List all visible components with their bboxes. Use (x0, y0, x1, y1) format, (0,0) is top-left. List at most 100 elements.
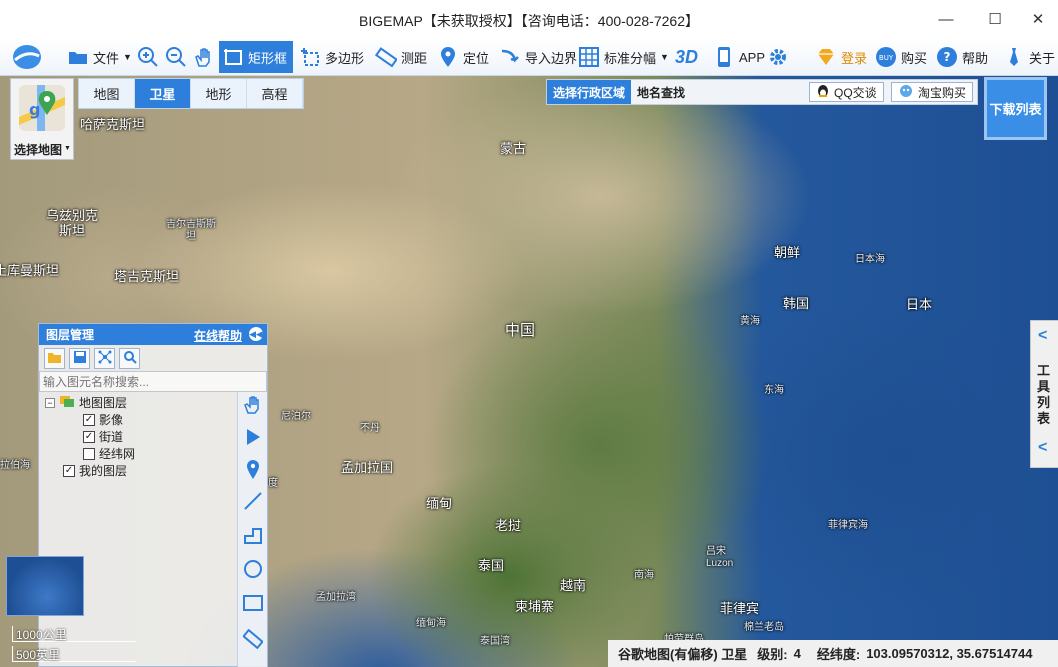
map-label: 土库曼斯坦 (0, 263, 60, 278)
online-help-link[interactable]: 在线帮助 (194, 327, 242, 344)
map-source-text: 谷歌地图(有偏移) 卫星 (618, 647, 748, 662)
checkbox-unchecked[interactable] (83, 447, 95, 460)
polygon-button[interactable]: 多边形 (296, 41, 367, 73)
collapse-toggle-icon[interactable]: − (45, 397, 55, 408)
pan-tool[interactable] (241, 394, 265, 418)
taobao-buy-button[interactable]: 淘宝购买 (891, 82, 974, 102)
help-button[interactable]: ? 帮助 (933, 41, 991, 73)
place-search-button[interactable]: 地名查找 (631, 80, 691, 104)
settings-button[interactable] (764, 41, 792, 73)
taobao-buy-label: 淘宝购买 (918, 85, 967, 100)
tree-label: 经纬网 (99, 447, 136, 461)
network-icon (98, 350, 112, 367)
app-logo-icon[interactable] (8, 41, 46, 73)
pan-button[interactable] (190, 41, 218, 73)
layer-panel-title: 图层管理 (46, 328, 95, 342)
map-label: 日本 (906, 297, 933, 312)
tree-node-my-layers[interactable]: ✓ 我的图层 (63, 462, 127, 479)
standard-sheet-menu[interactable]: 标准分幅 ▼ (575, 41, 672, 73)
tree-node-graticule[interactable]: 经纬网 (83, 445, 135, 462)
circle-icon (243, 559, 263, 582)
map-label: 韩国 (783, 296, 810, 311)
import-boundary-button[interactable]: 导入边界 (496, 41, 580, 73)
zoom-in-button[interactable] (134, 41, 162, 73)
coordinate-value: 103.09570312, 35.67514744 (866, 646, 1033, 661)
polygon-icon (299, 46, 321, 68)
download-list-button[interactable]: 下载列表 (984, 77, 1047, 140)
map-label: 吉尔吉斯斯坦 (166, 219, 216, 242)
zoom-in-icon (137, 46, 159, 68)
tree-label: 我的图层 (79, 464, 128, 478)
overview-minimap[interactable] (6, 556, 84, 616)
collapse-icon[interactable]: ◀◀ (249, 327, 263, 341)
about-button[interactable]: 关于 (1000, 41, 1058, 73)
folder-icon (67, 46, 89, 68)
chevron-left-icon: < (1038, 327, 1048, 344)
measure-button[interactable]: 测距 (372, 41, 430, 73)
buy-label: 购买 (901, 50, 928, 66)
status-bar: 谷歌地图(有偏移) 卫星 级别: 4 经纬度: 103.09570312, 35… (608, 640, 1058, 667)
checkbox-checked[interactable]: ✓ (63, 464, 75, 477)
map-label: 中国 (505, 322, 536, 339)
select-region-button[interactable]: 选择行政区域 (547, 80, 632, 104)
search-icon (123, 350, 137, 367)
drawing-tools (237, 392, 267, 667)
search-layer-button[interactable] (119, 347, 140, 369)
three-d-button[interactable]: 3D (672, 41, 701, 73)
main-toolbar: 文件 ▼ 矩形框 多边形 测距 定位 导入边界 标准分幅 ▼ 3D APP 登录… (0, 38, 1058, 76)
app-button[interactable]: APP (710, 41, 768, 73)
tree-node-map-layers[interactable]: − 地图图层 (45, 394, 127, 411)
svg-text:BUY: BUY (879, 54, 894, 62)
buy-button[interactable]: BUY 购买 (872, 41, 930, 73)
open-folder-button[interactable] (44, 347, 65, 369)
login-button[interactable]: 登录 (812, 41, 870, 73)
network-button[interactable] (94, 347, 115, 369)
maximize-button[interactable]: ☐ (975, 6, 1015, 32)
phone-icon (713, 46, 735, 68)
rect-select-button[interactable]: 矩形框 (219, 41, 293, 73)
polygon-label: 多边形 (325, 50, 365, 66)
checkbox-checked[interactable]: ✓ (83, 413, 95, 426)
scale-bar-km: 1000公里 (12, 626, 136, 642)
measure-tool[interactable] (241, 628, 265, 652)
zoom-level-value: 4 (793, 646, 801, 661)
map-label: 拉伯海 (0, 460, 30, 471)
close-button[interactable]: ✕ (1018, 6, 1058, 32)
locate-button[interactable]: 定位 (434, 41, 492, 73)
tree-node-streets[interactable]: ✓ 街道 (83, 428, 123, 445)
title-bar: BIGEMAP【未获取授权】【咨询电话：400-028-7262】 — ☐ ✕ (0, 0, 1058, 38)
file-menu[interactable]: 文件 ▼ (64, 41, 135, 73)
marker-tool[interactable] (241, 458, 265, 482)
map-label: 东海 (764, 385, 784, 396)
polyline-tool[interactable] (241, 524, 265, 548)
qq-chat-button[interactable]: QQ交谈 (809, 82, 884, 102)
select-map-button[interactable]: g 选择地图 ▼ (10, 78, 74, 160)
zoom-out-button[interactable] (162, 41, 190, 73)
map-label: 孟加拉湾 (316, 592, 356, 603)
rect-select-label: 矩形框 (248, 50, 288, 66)
save-button[interactable] (69, 347, 90, 369)
taobao-icon (898, 84, 914, 101)
chevron-left-icon: < (1038, 439, 1048, 456)
map-label: 吕宋 Luzon (706, 546, 734, 569)
map-label: 泰国湾 (480, 636, 510, 647)
tab-elevation[interactable]: 高程 (247, 79, 303, 108)
checkbox-checked[interactable]: ✓ (83, 430, 95, 443)
tab-terrain[interactable]: 地形 (191, 79, 247, 108)
rectangle-tool[interactable] (241, 592, 265, 616)
tree-node-imagery[interactable]: ✓ 影像 (83, 411, 123, 428)
polyline-icon (243, 525, 263, 548)
map-label: 日本海 (855, 254, 885, 265)
tools-list-tab[interactable]: < 工具列表 < (1030, 320, 1058, 468)
map-label: 缅甸 (426, 496, 453, 511)
select-tool[interactable] (241, 426, 265, 450)
minimize-button[interactable]: — (926, 6, 966, 32)
map-label: 菲律宾海 (828, 520, 868, 531)
line-tool[interactable] (241, 490, 265, 514)
tab-satellite[interactable]: 卫星 (135, 79, 191, 108)
circle-tool[interactable] (241, 558, 265, 582)
layer-search-input[interactable] (39, 371, 267, 392)
app-label: APP (739, 49, 766, 65)
hand-icon (193, 46, 215, 68)
tab-map[interactable]: 地图 (79, 79, 135, 108)
